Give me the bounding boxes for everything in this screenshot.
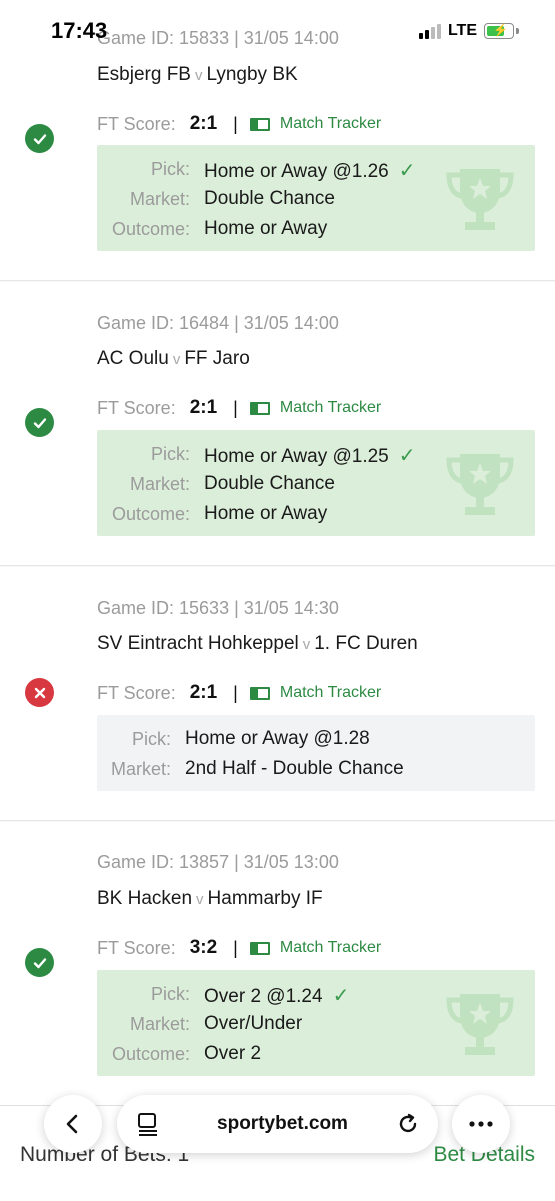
versus: v [194,67,203,84]
pick-label: Pick: [150,444,190,464]
home-team: SV Eintracht Hohkeppel [97,633,299,654]
pick-label: Pick: [150,159,190,179]
more-options-button[interactable] [452,1095,510,1153]
game-id: Game ID: 16484 | 31/05 14:00 [97,313,339,333]
pick-box: Pick: Home or Away @1.26 ✓ Market: Double… [97,145,535,251]
ft-score-label: FT Score: [97,682,176,703]
ft-score-row: FT Score: 3:2 | Match Tracker [97,937,382,958]
outcome-value: Over 2 [204,1043,262,1064]
ft-score-label: FT Score: [97,397,176,418]
pick-check-icon: ✓ [398,160,416,182]
network-type: LTE [447,22,477,39]
pick-check-icon: ✓ [398,445,416,467]
signal-icon [418,23,441,39]
versus: v [172,351,181,368]
pick-label: Pick: [150,984,190,1004]
market-value: Double Chance [204,188,335,209]
chevron-left-icon [66,1114,78,1134]
won-check-icon [25,124,54,153]
status-bar: 17:43 LTE ⚡ [0,0,555,60]
outcome-label: Outcome: [111,219,190,239]
match-teams: Esbjerg FB v Lyngby BK [97,64,298,86]
market-value: Over/Under [204,1013,303,1034]
match-tracker-icon[interactable] [249,117,270,131]
versus: v [196,891,204,908]
away-team: Lyngby BK [206,64,298,85]
match-teams: BK Hacken v Hammarby IF [97,888,323,910]
ft-score-label: FT Score: [97,937,176,958]
match-tracker-link[interactable]: Match Tracker [280,684,381,702]
back-button[interactable] [44,1095,102,1153]
match-tracker-icon[interactable] [249,401,270,415]
game-id: Game ID: 13857 | 31/05 13:00 [97,852,339,872]
market-label: Market: [129,1014,190,1034]
match-tracker-link[interactable]: Match Tracker [280,115,381,133]
more-dots-icon [469,1121,493,1127]
won-check-icon [25,948,54,977]
tabs-icon [138,1113,157,1136]
versus: v [302,636,311,653]
match-tracker-link[interactable]: Match Tracker [280,939,381,957]
url-text: sportybet.com [217,1113,348,1134]
ft-score: 2:1 [189,682,218,703]
pick-box: Pick: Home or Away @1.25 ✓ Market: Double… [97,430,535,536]
away-team: FF Jaro [184,348,250,369]
outcome-value: Home or Away [204,503,328,524]
pick-value: Home or Away @1.28 [185,728,370,749]
ft-score-label: FT Score: [97,113,176,134]
bet-card: Game ID: 13857 | 31/05 13:00 BK Hacken v H… [0,822,555,1105]
ft-score-row: FT Score: 2:1 | Match Tracker [97,682,382,703]
won-check-icon [25,408,54,437]
pick-box: Pick: Home or Away @1.28 Market: 2nd Hal… [97,715,535,791]
match-tracker-icon[interactable] [249,941,270,955]
market-label: Market: [110,759,171,779]
outcome-value: Home or Away [204,218,328,239]
pick-value: Home or Away @1.26 ✓ [204,160,416,182]
trophy-icon [446,169,514,230]
home-team: Esbjerg FB [97,64,191,85]
away-team: 1. FC Duren [314,633,418,654]
trophy-icon [446,454,514,515]
pick-box: Pick: Over 2 @1.24 ✓ Market: Over/Under O… [97,970,535,1076]
market-label: Market: [129,474,190,494]
match-teams: SV Eintracht Hohkeppel v 1. FC Duren [97,633,418,655]
trophy-icon [446,994,514,1055]
game-id: Game ID: 15633 | 31/05 14:30 [97,598,339,618]
match-tracker-link[interactable]: Match Tracker [280,399,381,417]
lost-cross-icon [25,678,54,707]
pick-value: Over 2 @1.24 ✓ [204,985,350,1007]
home-team: AC Oulu [97,348,169,369]
home-team: BK Hacken [97,888,193,909]
pick-check-icon: ✓ [332,985,350,1007]
ft-score: 2:1 [189,397,218,418]
ft-score: 2:1 [189,113,218,134]
market-value: 2nd Half - Double Chance [185,758,404,779]
address-bar[interactable]: sportybet.com [117,1095,438,1153]
ft-score-row: FT Score: 2:1 | Match Tracker [97,397,382,418]
outcome-label: Outcome: [111,1044,190,1064]
away-team: Hammarby IF [207,888,323,909]
market-label: Market: [129,189,190,209]
bet-card: Game ID: 16484 | 31/05 14:00 AC Oulu v FF … [0,282,555,566]
market-value: Double Chance [204,473,335,494]
ft-score: 3:2 [189,937,218,958]
status-time: 17:43 [51,18,108,43]
outcome-label: Outcome: [111,504,190,524]
ft-score-row: FT Score: 2:1 | Match Tracker [97,113,382,134]
battery-icon: ⚡ [484,23,514,39]
bet-card: Game ID: 15633 | 31/05 14:30 SV Eintrach… [0,567,555,821]
pick-value: Home or Away @1.25 ✓ [204,445,416,467]
pick-label: Pick: [131,729,171,749]
match-teams: AC Oulu v FF Jaro [97,348,250,370]
reload-icon[interactable] [396,1112,420,1136]
match-tracker-icon[interactable] [249,686,270,700]
